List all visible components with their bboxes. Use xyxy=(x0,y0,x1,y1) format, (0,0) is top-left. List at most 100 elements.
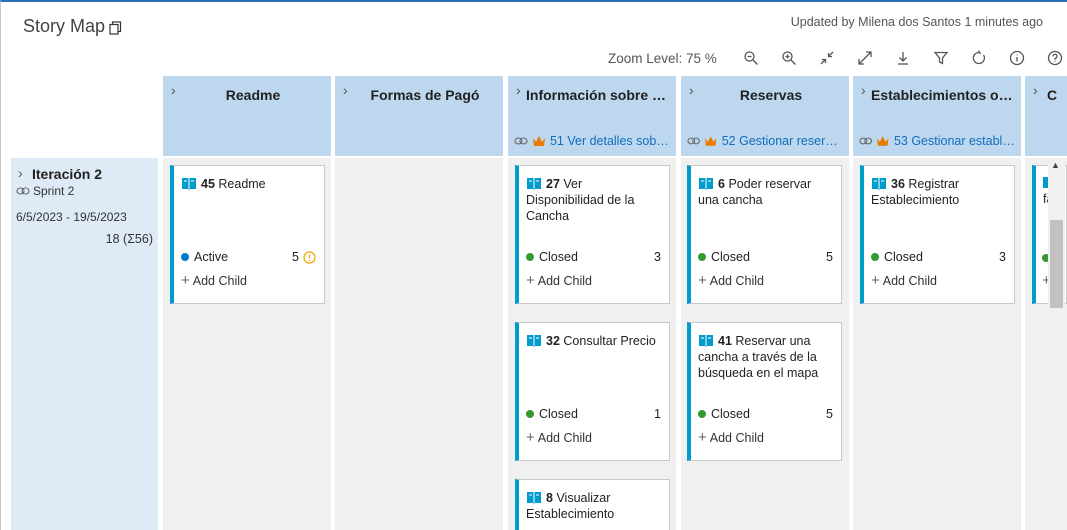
card-state: Closed xyxy=(871,250,923,264)
state-dot xyxy=(526,410,534,418)
plus-icon: + xyxy=(526,272,535,289)
link-icon xyxy=(859,137,873,145)
expand-chevron-icon[interactable]: › xyxy=(343,82,348,98)
refresh-icon[interactable] xyxy=(967,47,991,69)
column-header-informacion[interactable]: › Información sobre c... 51 Ver detalles… xyxy=(508,76,676,156)
collapse-icon[interactable] xyxy=(815,47,839,69)
zoom-level: Zoom Level: 75 % xyxy=(608,50,717,66)
info-icon[interactable] xyxy=(1005,47,1029,69)
zoom-in-icon[interactable] xyxy=(777,47,801,69)
work-item-card[interactable]: 27 Ver Disponibilidad de la Cancha Close… xyxy=(515,165,670,304)
page-title: Story Map xyxy=(23,16,122,37)
card-title[interactable]: 32 Consultar Precio xyxy=(526,333,663,349)
vertical-scrollbar[interactable] xyxy=(1048,158,1065,530)
add-child-button[interactable]: + Add Child xyxy=(181,272,247,289)
card-title[interactable]: 27 Ver Disponibilidad de la Cancha xyxy=(526,176,663,224)
epic-link[interactable]: 52 Gestionar reserva... xyxy=(687,134,843,148)
column-title: Establecimientos ofr... xyxy=(871,87,1015,103)
column-title: Readme xyxy=(225,87,281,103)
card-title[interactable]: 41 Reservar una cancha a través de la bú… xyxy=(698,333,835,381)
epic-link[interactable]: 53 Gestionar estable... xyxy=(859,134,1015,148)
sprint-label: Sprint 2 xyxy=(16,184,74,198)
card-effort: 5 xyxy=(826,250,833,264)
plus-icon: + xyxy=(526,429,535,446)
scroll-up-arrow-icon[interactable]: ▲ xyxy=(1051,160,1060,170)
expand-chevron-icon[interactable]: › xyxy=(689,82,694,98)
column-header-establecimientos[interactable]: › Establecimientos ofr... 53 Gestionar e… xyxy=(853,76,1021,156)
expand-chevron-icon[interactable]: › xyxy=(861,82,866,98)
expand-icon[interactable] xyxy=(853,47,877,69)
state-dot xyxy=(871,253,879,261)
card-title[interactable]: 8 Visualizar Establecimiento xyxy=(526,490,663,522)
work-item-card[interactable]: 8 Visualizar Establecimiento xyxy=(515,479,670,530)
column-title: Información sobre c... xyxy=(526,87,670,103)
column-header-formas-de-pago[interactable]: › Formas de Pagó xyxy=(335,76,503,156)
add-child-button[interactable]: + Add Child xyxy=(526,429,592,446)
work-item-card[interactable]: 45 Readme Active 5 + Add Child xyxy=(170,165,325,304)
card-effort: 3 xyxy=(654,250,661,264)
column-header-partial[interactable]: › C xyxy=(1025,76,1067,156)
work-item-card[interactable]: 36 Registrar Establecimiento Closed 3 + A… xyxy=(860,165,1015,304)
work-item-card[interactable]: 6 Poder reservar una cancha Closed 5 + Ad… xyxy=(687,165,842,304)
scrollbar-thumb[interactable] xyxy=(1050,220,1063,308)
card-state: Active xyxy=(181,250,228,264)
plus-icon: + xyxy=(181,272,190,289)
work-item-card[interactable]: 32 Consultar Precio Closed 1 + Add Child xyxy=(515,322,670,461)
work-item-card[interactable]: 41 Reservar una cancha a través de la bú… xyxy=(687,322,842,461)
card-effort: 5 xyxy=(826,407,833,421)
plus-icon: + xyxy=(698,272,707,289)
plus-icon: + xyxy=(698,429,707,446)
add-child-button[interactable]: + Add Child xyxy=(871,272,937,289)
state-dot xyxy=(526,253,534,261)
add-child-button[interactable]: + Add Child xyxy=(698,272,764,289)
add-child-button[interactable]: + Add Child xyxy=(698,429,764,446)
crown-icon xyxy=(532,136,545,146)
book-icon xyxy=(527,492,541,504)
expand-chevron-icon[interactable]: › xyxy=(171,82,176,98)
book-icon xyxy=(872,178,886,190)
book-icon xyxy=(699,178,713,190)
column-header-reservas[interactable]: › Reservas 52 Gestionar reserva... xyxy=(681,76,849,156)
plus-icon: + xyxy=(871,272,880,289)
card-effort: 1 xyxy=(654,407,661,421)
help-icon[interactable] xyxy=(1043,47,1067,69)
card-title[interactable]: 6 Poder reservar una cancha xyxy=(698,176,835,208)
column-title: C xyxy=(1047,87,1058,103)
book-icon xyxy=(527,335,541,347)
expand-chevron-icon[interactable]: › xyxy=(516,82,521,98)
add-child-button[interactable]: + Add Child xyxy=(526,272,592,289)
copy-icon[interactable] xyxy=(109,20,122,35)
book-icon xyxy=(527,178,541,190)
column-header-readme[interactable]: › Readme xyxy=(163,76,331,156)
card-state: Closed xyxy=(698,407,750,421)
iteration-row-header[interactable]: › Iteración 2 Sprint 2 6/5/2023 - 19/5/2… xyxy=(11,158,158,530)
last-updated: Updated by Milena dos Santos 1 minutes a… xyxy=(790,15,1043,29)
expand-chevron-icon[interactable]: › xyxy=(1033,82,1038,98)
zoom-out-icon[interactable] xyxy=(739,47,763,69)
state-dot xyxy=(698,253,706,261)
card-effort: 3 xyxy=(999,250,1006,264)
filter-icon[interactable] xyxy=(929,47,953,69)
warning-icon xyxy=(303,250,316,264)
link-icon xyxy=(16,187,30,195)
epic-link[interactable]: 51 Ver detalles sobr... xyxy=(514,134,670,148)
iteration-dates: 6/5/2023 - 19/5/2023 xyxy=(16,210,127,224)
card-state: Closed xyxy=(526,407,578,421)
expand-chevron-icon[interactable]: › xyxy=(18,165,23,181)
card-title[interactable]: 36 Registrar Establecimiento xyxy=(871,176,1008,208)
card-title[interactable]: 45 Readme xyxy=(181,176,318,192)
card-state: Closed xyxy=(526,250,578,264)
download-icon[interactable] xyxy=(891,47,915,69)
crown-icon xyxy=(705,136,717,146)
board-cell xyxy=(335,158,503,530)
card-effort: 5 xyxy=(292,250,316,264)
book-icon xyxy=(699,335,713,347)
link-icon xyxy=(687,137,700,145)
state-dot xyxy=(181,253,189,261)
link-icon xyxy=(514,137,528,145)
column-title: Reservas xyxy=(739,87,803,103)
card-state: Closed xyxy=(698,250,750,264)
toolbar: Zoom Level: 75 % xyxy=(608,47,1067,69)
book-icon xyxy=(182,178,196,190)
iteration-effort: 18 (Σ56) xyxy=(105,232,153,246)
